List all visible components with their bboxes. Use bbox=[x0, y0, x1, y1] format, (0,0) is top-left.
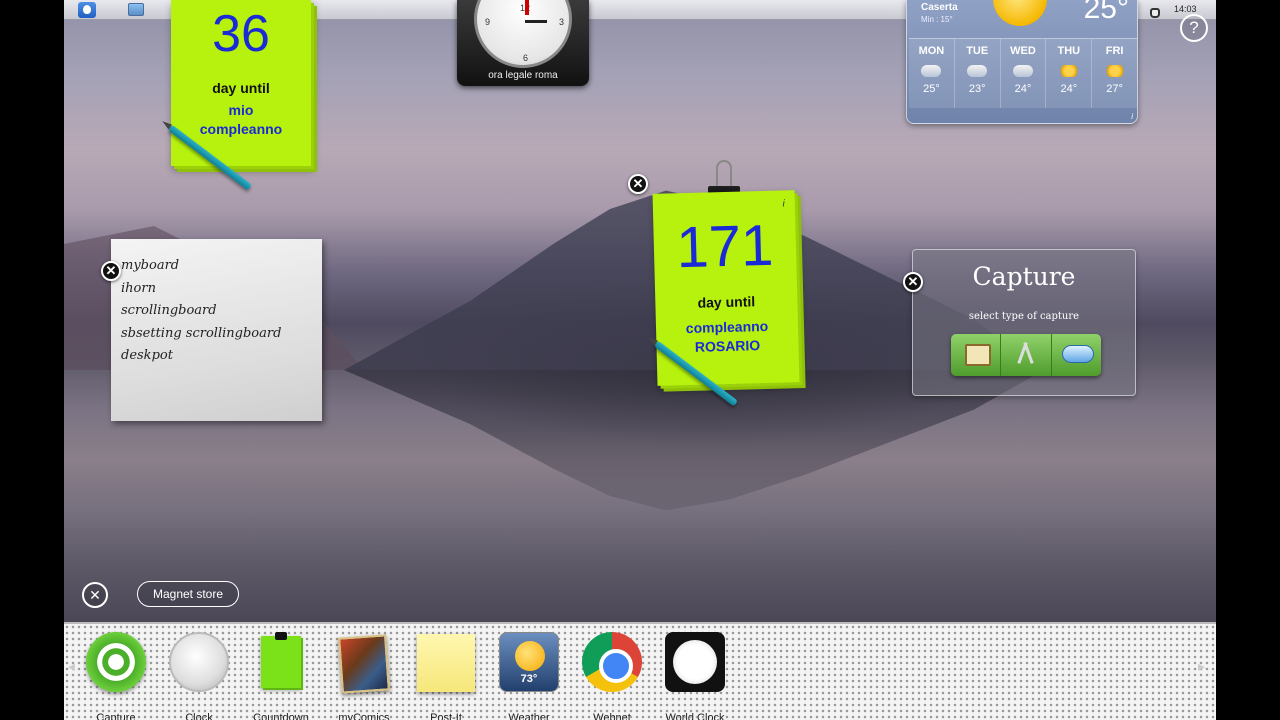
capture-title: Capture bbox=[972, 262, 1076, 291]
dock-item-weather[interactable]: 73° Weather bbox=[492, 632, 566, 720]
note-line: myboard bbox=[121, 258, 180, 273]
info-icon[interactable]: i bbox=[782, 198, 785, 209]
weather-forecast: MON 25° TUE 23° WED 24° THU 24° FRI 27° bbox=[909, 38, 1137, 108]
close-icon[interactable]: ✕ bbox=[101, 261, 121, 281]
menubar-clock: 14:03 bbox=[1174, 4, 1197, 14]
forecast-temp: 24° bbox=[1060, 83, 1078, 95]
dock-item-capture[interactable]: Capture bbox=[79, 632, 153, 720]
close-icon[interactable]: ✕ bbox=[628, 174, 648, 194]
dock-item-label: Countdown bbox=[253, 712, 309, 720]
dock-item-clock[interactable]: Clock bbox=[162, 632, 236, 720]
note-line: scrollingboard bbox=[121, 303, 217, 318]
countdown-until-label: day until bbox=[697, 293, 756, 311]
cloud-icon bbox=[921, 65, 942, 77]
countdown-until-label: day until bbox=[212, 80, 270, 96]
postit-icon bbox=[417, 634, 475, 692]
scissors-capture-button[interactable] bbox=[1001, 334, 1052, 376]
sun-icon bbox=[1058, 65, 1079, 77]
lake-reflection bbox=[344, 370, 1044, 511]
weather-widget[interactable]: Caserta Min : 15° 25° MON 25° TUE 23° WE… bbox=[906, 0, 1138, 124]
countdown-title-line2: ROSARIO bbox=[694, 337, 761, 355]
note-line: sbsetting scrollingboard bbox=[121, 325, 282, 341]
weather-icon-temp: 73° bbox=[520, 673, 538, 685]
forecast-temp: 27° bbox=[1106, 83, 1123, 95]
sun-icon bbox=[1104, 65, 1125, 77]
dock-left-arrow[interactable]: ◂ bbox=[68, 658, 75, 675]
weather-icon: 73° bbox=[499, 632, 559, 692]
info-icon[interactable]: i bbox=[1131, 112, 1133, 121]
world-clock-icon bbox=[665, 632, 725, 692]
forecast-day: FRI 27° bbox=[1092, 39, 1137, 108]
capture-type-buttons bbox=[951, 334, 1101, 376]
finder-icon[interactable] bbox=[128, 3, 144, 16]
note-line: ihorn bbox=[121, 280, 156, 296]
rain-cloud-icon bbox=[1012, 65, 1033, 77]
forecast-day: THU 24° bbox=[1046, 39, 1093, 108]
weather-current-temp: 25° bbox=[1083, 0, 1129, 25]
weather-min: Min : 15° bbox=[921, 15, 953, 24]
dock-item-mycomics[interactable]: myComics bbox=[327, 632, 401, 720]
clock-widget[interactable]: 12 9 3 6 ora legale roma bbox=[457, 0, 589, 86]
magnet-store-button[interactable]: Magnet store bbox=[137, 581, 239, 607]
screen-capture-button[interactable] bbox=[951, 334, 1002, 376]
paper-note-widget[interactable]: myboard ihorn scrollingboard sbsetting s… bbox=[111, 239, 322, 421]
dock-item-label: Capture bbox=[96, 712, 136, 720]
forecast-temp: 24° bbox=[1014, 83, 1032, 95]
capture-widget[interactable]: Capture select type of capture bbox=[912, 249, 1136, 396]
weather-city: Caserta bbox=[921, 2, 958, 13]
dock-item-webnet[interactable]: Webnet bbox=[575, 632, 649, 720]
dock-item-countdown[interactable]: Countdown bbox=[244, 632, 318, 720]
edit-tools-icon[interactable]: ✕ bbox=[82, 582, 108, 608]
dock-item-label: Post-It bbox=[430, 712, 462, 720]
dock-item-world-clock[interactable]: World Clock bbox=[658, 632, 732, 720]
forecast-day: WED 24° bbox=[1001, 39, 1047, 108]
dock-item-postit[interactable]: Post-It bbox=[409, 632, 483, 720]
close-icon[interactable]: ✕ bbox=[903, 272, 923, 292]
clock-numeral: 3 bbox=[559, 17, 565, 27]
forecast-temp: 23° bbox=[968, 83, 986, 95]
forecast-temp: 25° bbox=[923, 83, 940, 95]
clock-numeral: 6 bbox=[523, 53, 529, 63]
forecast-day-name: WED bbox=[1010, 45, 1036, 57]
dock-item-label: Weather bbox=[508, 712, 550, 720]
forecast-day-name: THU bbox=[1057, 45, 1081, 57]
forecast-day: TUE 23° bbox=[955, 39, 1001, 108]
clock-icon bbox=[169, 632, 229, 692]
countdown-title-line2: compleanno bbox=[199, 120, 283, 137]
capture-icon bbox=[86, 632, 146, 692]
sun-icon bbox=[993, 0, 1047, 26]
forecast-day-name: TUE bbox=[966, 45, 989, 57]
dock-item-label: World Clock bbox=[665, 712, 725, 720]
forecast-day: MON 25° bbox=[909, 39, 955, 108]
cloud-capture-button[interactable] bbox=[1051, 334, 1101, 376]
chrome-icon bbox=[582, 632, 642, 692]
hand-icon[interactable] bbox=[1150, 8, 1160, 18]
countdown-number: 171 bbox=[675, 212, 775, 281]
dock-right-arrow[interactable]: ▸ bbox=[1198, 658, 1205, 675]
note-line: deskpot bbox=[121, 348, 173, 363]
analog-clock-face: 12 9 3 6 bbox=[474, 0, 572, 68]
help-button[interactable]: ? bbox=[1180, 14, 1208, 42]
forecast-day-name: FRI bbox=[1105, 45, 1124, 57]
forecast-day-name: MON bbox=[918, 45, 945, 57]
minute-hand bbox=[525, 20, 547, 23]
countdown-icon bbox=[261, 632, 301, 688]
countdown-number: 36 bbox=[212, 5, 270, 63]
dock-item-label: Clock bbox=[185, 712, 213, 720]
cloud-icon bbox=[967, 65, 988, 77]
comics-icon bbox=[338, 634, 390, 694]
hour-hand bbox=[525, 0, 529, 15]
clock-caption: ora legale roma bbox=[488, 70, 558, 81]
dock-item-label: Webnet bbox=[593, 712, 631, 720]
countdown-title-line1: mio bbox=[228, 102, 254, 118]
clock-numeral: 9 bbox=[485, 17, 491, 27]
dock-item-label: myComics bbox=[338, 712, 390, 720]
apple-icon[interactable] bbox=[78, 2, 96, 18]
capture-subtitle: select type of capture bbox=[968, 311, 1080, 322]
